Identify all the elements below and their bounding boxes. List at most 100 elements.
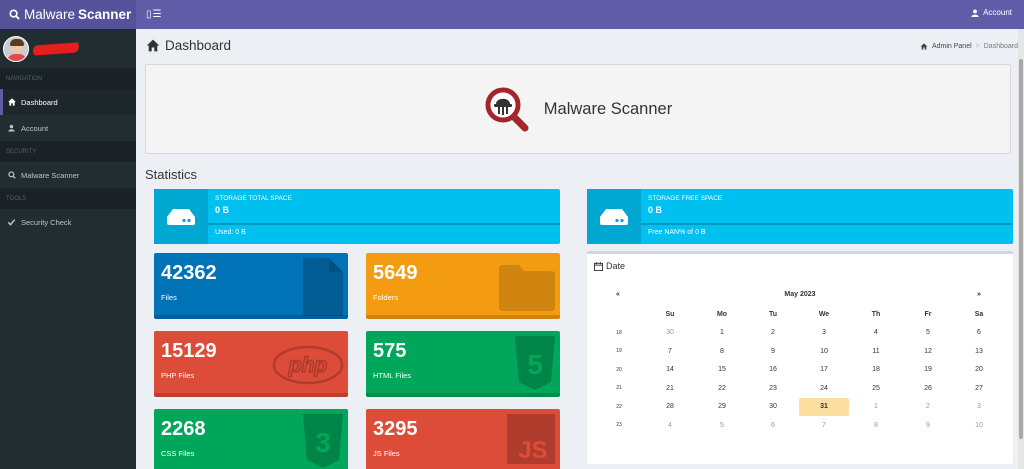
breadcrumb-current: Dashboard: [983, 43, 1018, 50]
calendar-week-number: 21: [616, 385, 622, 391]
calendar-day[interactable]: 14: [645, 361, 695, 379]
calendar-day[interactable]: 8: [851, 416, 901, 434]
hdd-icon: [154, 189, 208, 244]
home-icon: [146, 39, 160, 52]
tile-label: CSS Files: [161, 449, 195, 458]
tile-files[interactable]: 42362 Files: [154, 253, 348, 319]
breadcrumb-separator: >: [975, 43, 980, 50]
storage-free-value: 0 B: [648, 205, 663, 215]
tile-folders[interactable]: 5649 Folders: [366, 253, 560, 319]
tile-html-files[interactable]: 5 575 HTML Files: [366, 331, 560, 397]
calendar-day[interactable]: 2: [903, 398, 953, 416]
calendar-month-label[interactable]: May 2023: [587, 291, 1013, 298]
calendar-day[interactable]: 5: [903, 324, 953, 342]
sidebar-item-malware-scanner[interactable]: Malware Scanner: [0, 162, 136, 188]
calendar-day[interactable]: 28: [645, 398, 695, 416]
calendar-week-row: 18 30 1 2 3 4 5 6: [587, 324, 1013, 342]
calendar-day-today[interactable]: 31: [799, 397, 849, 416]
calendar-day[interactable]: 24: [799, 379, 849, 397]
file-icon: [303, 258, 343, 316]
redacted-username: [32, 41, 80, 56]
calendar-day[interactable]: 7: [645, 342, 695, 360]
home-icon: [920, 43, 928, 50]
sidebar-toggle-button[interactable]: ▯☰: [146, 9, 162, 20]
calendar-day[interactable]: 1: [851, 398, 901, 416]
calendar-day[interactable]: 3: [799, 324, 849, 342]
calendar-day[interactable]: 25: [851, 379, 901, 397]
calendar-weekday: Tu: [768, 310, 778, 318]
calendar-day[interactable]: 18: [851, 361, 901, 379]
hero-banner: Malware Scanner: [145, 64, 1011, 154]
sidebar-item-label: Account: [21, 123, 49, 133]
calendar-day[interactable]: 30: [645, 324, 695, 342]
calendar-day[interactable]: 22: [697, 379, 747, 397]
calendar-day[interactable]: 27: [954, 379, 1004, 397]
search-icon: [7, 171, 16, 179]
user-panel: [0, 29, 136, 68]
calendar-day[interactable]: 11: [851, 342, 901, 360]
calendar-day[interactable]: 10: [799, 342, 849, 360]
calendar-day[interactable]: 21: [645, 379, 695, 397]
calendar-day[interactable]: 23: [748, 379, 798, 397]
calendar-weekday-row: Su Mo Tu We Th Fr Sa: [587, 305, 1013, 323]
storage-total-desc: Used: 0 B: [215, 229, 246, 236]
calendar-day[interactable]: 10: [954, 416, 1004, 434]
calendar-week-row: 20 14 15 16 17 18 19 20: [587, 361, 1013, 379]
sidebar-item-label: Malware Scanner: [21, 170, 80, 180]
sidebar-header-security: SECURITY: [0, 141, 136, 162]
calendar-day[interactable]: 12: [903, 342, 953, 360]
calendar-week-row: 21 21 22 23 24 25 26 27: [587, 379, 1013, 397]
calendar-day[interactable]: 19: [903, 361, 953, 379]
calendar-day[interactable]: 2: [748, 324, 798, 342]
calendar-day[interactable]: 6: [748, 416, 798, 434]
tile-js-files[interactable]: JS 3295 JS Files: [366, 409, 560, 469]
sidebar-item-dashboard[interactable]: Dashboard: [0, 89, 136, 115]
tile-number: 5649: [373, 262, 418, 284]
calendar-day[interactable]: 4: [645, 416, 695, 434]
calendar-next-button[interactable]: »: [977, 291, 981, 298]
calendar-day[interactable]: 15: [697, 361, 747, 379]
calendar-day[interactable]: 16: [748, 361, 798, 379]
calendar-day[interactable]: 13: [954, 342, 1004, 360]
calendar-title: Date: [606, 261, 626, 271]
calendar-day[interactable]: 8: [697, 342, 747, 360]
calendar-day[interactable]: 3: [954, 398, 1004, 416]
calendar-weekday: Fr: [924, 310, 932, 318]
calendar-weekday: Mo: [716, 310, 728, 318]
sidebar-item-security-check[interactable]: Security Check: [0, 209, 136, 235]
sidebar-item-account[interactable]: Account: [0, 115, 136, 141]
brand-logo[interactable]: Malware Scanner: [0, 0, 136, 29]
brand-name-light: Malware: [24, 7, 76, 22]
page-scrollbar[interactable]: [1018, 29, 1024, 469]
calendar-day[interactable]: 1: [697, 324, 747, 342]
calendar-day[interactable]: 29: [697, 398, 747, 416]
page-title-text: Dashboard: [165, 38, 232, 53]
calendar-day[interactable]: 26: [903, 379, 953, 397]
home-icon: [7, 98, 16, 106]
calendar-day[interactable]: 17: [799, 361, 849, 379]
sidebar-header-navigation: NAVIGATION: [0, 68, 136, 89]
calendar-day[interactable]: 7: [799, 416, 849, 434]
calendar-week-row: 23 4 5 6 7 8 9 10: [587, 416, 1013, 434]
hdd-icon: [587, 189, 641, 244]
tile-label: HTML Files: [373, 371, 412, 380]
calendar-day[interactable]: 20: [954, 361, 1004, 379]
storage-total-box: STORAGE TOTAL SPACE 0 B Used: 0 B: [154, 189, 560, 244]
calendar-day[interactable]: 9: [903, 416, 953, 434]
calendar-day[interactable]: 9: [748, 342, 798, 360]
calendar-day[interactable]: 4: [851, 324, 901, 342]
tile-css-files[interactable]: 3 2268 CSS Files: [154, 409, 348, 469]
calendar-widget: Date « May 2023 » Su Mo Tu We Th Fr Sa 18 30 1 2 3 4…: [587, 251, 1013, 464]
calendar-day[interactable]: 5: [697, 416, 747, 434]
calendar-week-number: 23: [616, 422, 622, 428]
calendar-week-number: 22: [616, 403, 622, 410]
tile-number: 2268: [161, 418, 206, 440]
account-menu[interactable]: Account: [971, 8, 1012, 17]
storage-total-value: 0 B: [215, 205, 230, 215]
breadcrumb-root-link[interactable]: Admin Panel: [932, 43, 972, 50]
calendar-day[interactable]: 30: [748, 398, 798, 416]
malware-scanner-logo: [485, 87, 529, 132]
tile-php-files[interactable]: php 15129 PHP Files: [154, 331, 348, 397]
avatar[interactable]: [3, 35, 29, 62]
calendar-day[interactable]: 6: [954, 324, 1004, 342]
